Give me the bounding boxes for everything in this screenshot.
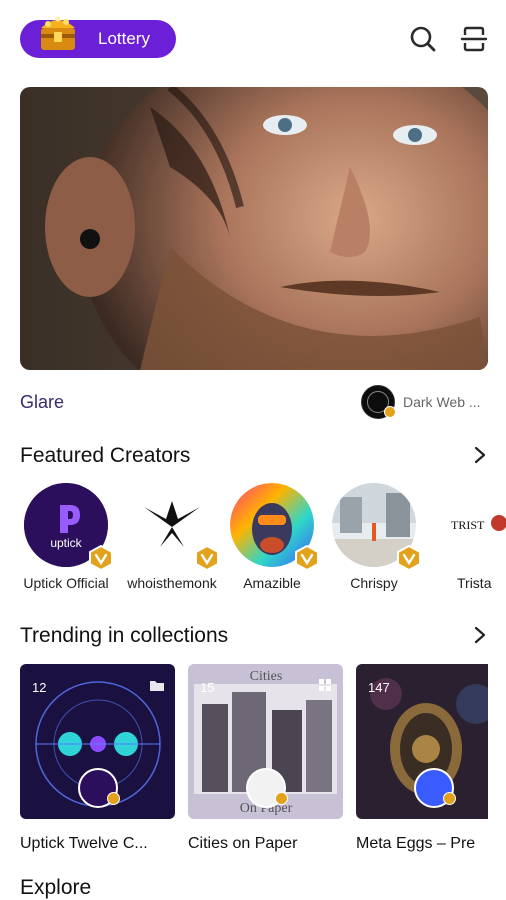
verified-badge-icon [443,792,456,805]
item-count: 12 [32,680,47,695]
verified-badge-icon [397,545,421,571]
verified-badge-icon [89,545,113,571]
creator-avatar [361,385,396,419]
folder-icon [150,681,164,691]
creator-name: Chrispy [350,575,398,591]
creator-avatar [230,483,319,571]
svg-text:TRIST: TRIST [451,518,485,532]
creator-name: Amazible [243,575,301,591]
hero-artwork[interactable] [20,87,488,370]
verified-badge-icon [107,792,120,805]
collection-card[interactable]: 147 Meta Eggs – Pre [356,664,488,853]
creator-name: whoisthemonk [127,575,217,591]
creator-card[interactable]: TRIST Trista [431,483,506,591]
collection-thumbnail: Cities On Paper 15 [188,664,343,819]
creator-card[interactable]: uptick Uptick Official [11,483,121,591]
collection-name: Cities on Paper [188,835,298,852]
hero-portrait-image [20,87,488,370]
creator-name: Dark Web ... [403,394,481,410]
item-count: 15 [200,680,215,695]
creator-avatar [332,483,421,571]
creator-avatar: uptick [24,483,113,571]
collection-card[interactable]: Cities On Paper 15 Cities on Paper [188,664,343,853]
lottery-label: Lottery [98,29,150,48]
creator-card[interactable]: Amazible [217,483,327,591]
collection-thumbnail: 12 [20,664,175,819]
explore-title: Explore [20,876,92,899]
chevron-right-icon[interactable] [472,445,488,465]
creator-card[interactable]: whoisthemonk [117,483,227,591]
treasure-chest-icon [41,16,75,50]
creator-name: Uptick Official [23,575,109,591]
hero-artwork-title[interactable]: Glare [20,392,64,413]
creator-avatar: TRIST [445,483,506,567]
scan-frame-icon[interactable] [459,24,489,54]
collection-thumbnail: 147 [356,664,488,819]
item-count: 147 [368,680,390,695]
top-bar: Lottery [0,0,506,78]
creator-avatar [130,483,219,571]
featured-creators-title: Featured Creators [20,444,191,467]
grid-icon [319,679,331,691]
creator-card[interactable]: Chrispy [319,483,429,591]
chevron-right-icon[interactable] [472,625,488,645]
collection-card[interactable]: 12 Uptick Twelve C... [20,664,175,853]
svg-text:uptick: uptick [50,536,82,550]
lottery-button[interactable]: Lottery [20,16,176,58]
collection-name: Uptick Twelve C... [20,835,148,852]
featured-creators-list: uptick Uptick Official whoisthemonk Amaz… [0,483,506,598]
verified-badge-icon [384,406,396,418]
verified-badge-icon [295,545,319,571]
collection-name: Meta Eggs – Pre [356,835,476,852]
trending-collections-list: 12 Uptick Twelve C... Cities On Paper 15 [0,664,506,864]
hero-creator[interactable]: Dark Web ... [361,385,481,419]
trending-collections-title: Trending in collections [20,624,229,647]
search-icon[interactable] [408,24,438,54]
svg-text:Cities: Cities [250,669,283,684]
creator-name: Trista [457,575,492,591]
verified-badge-icon [275,792,288,805]
